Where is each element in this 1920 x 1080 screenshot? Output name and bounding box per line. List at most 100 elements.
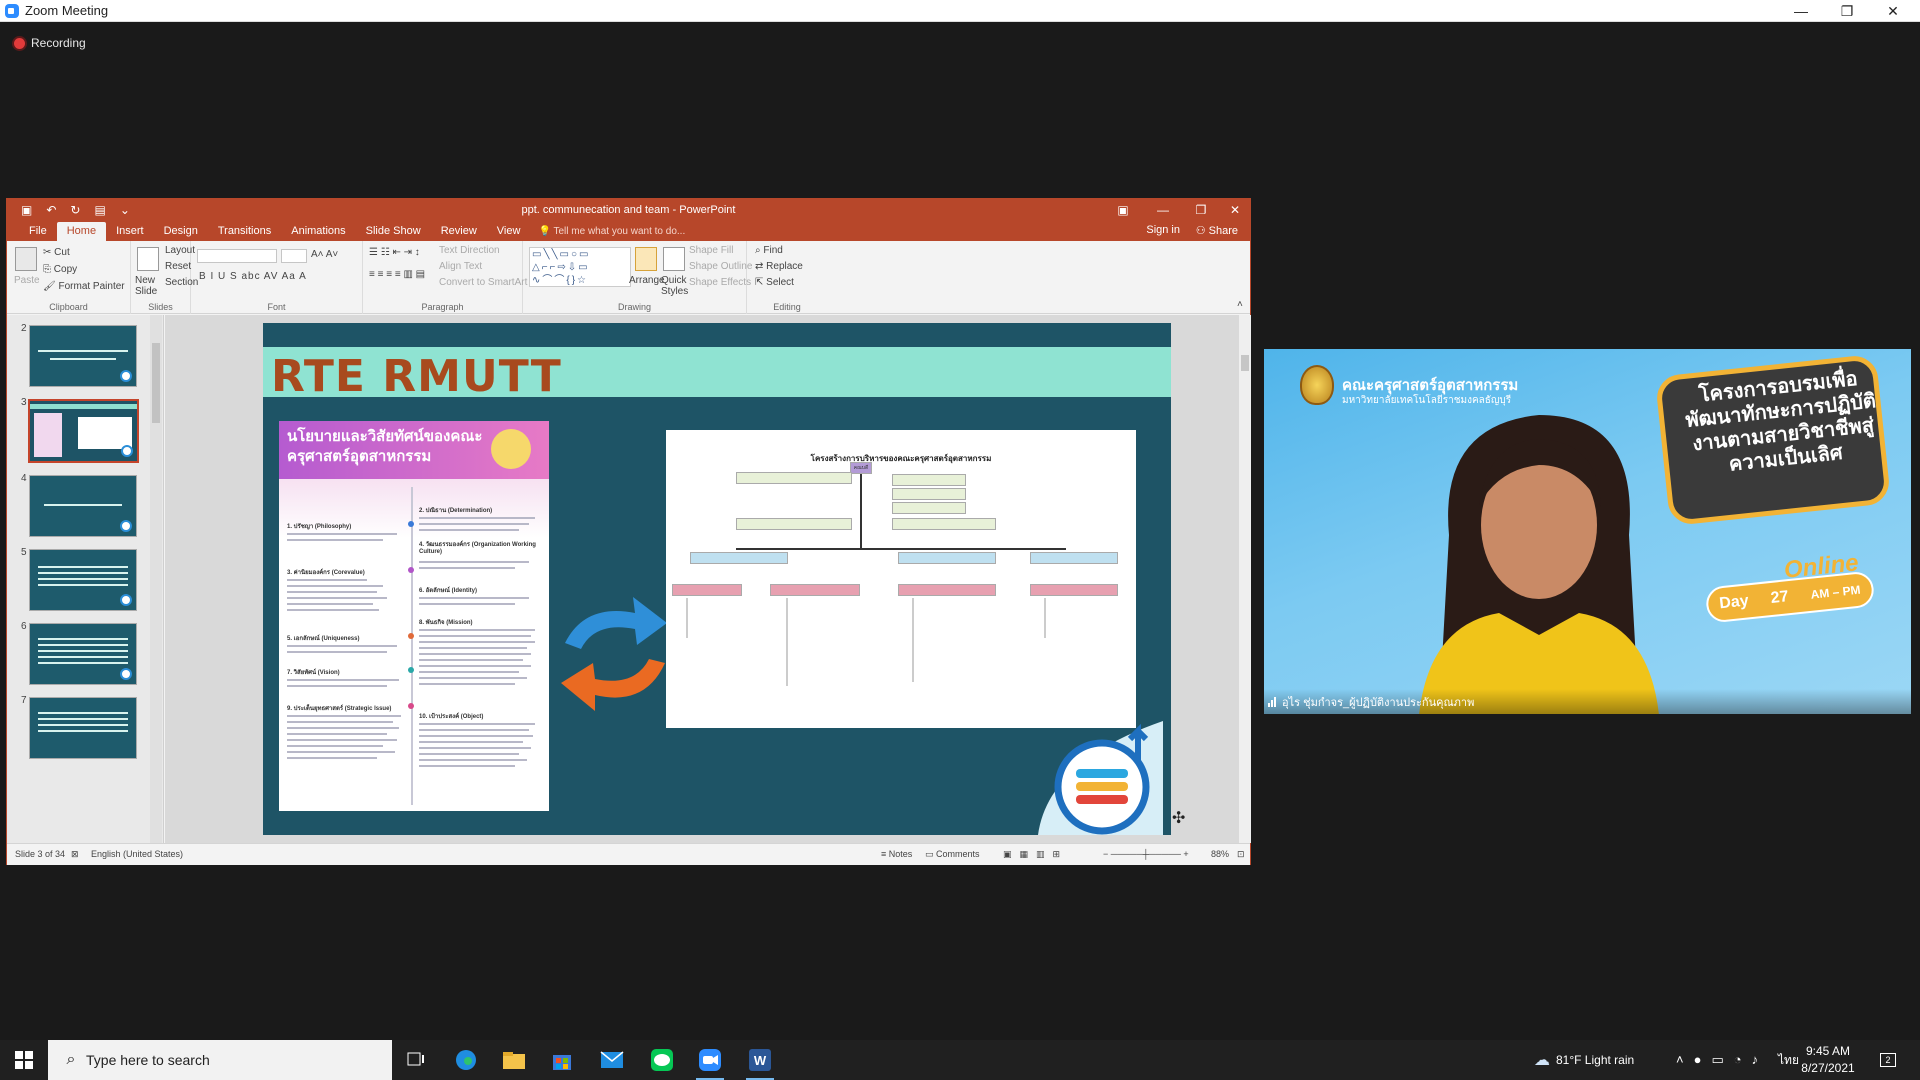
tab-home[interactable]: Home (56, 222, 107, 241)
tab-design[interactable]: Design (154, 222, 208, 241)
participant-nameplate: อุไร ชุ่มกำจร_ผู้ปฏิบัติงานประกันคุณภาพ (1264, 689, 1911, 714)
arrange-button[interactable]: Arrange (629, 275, 665, 286)
align-text-button[interactable]: Align Text (439, 261, 482, 272)
ppt-restore-button[interactable]: ❐ (1183, 199, 1219, 221)
copy-button[interactable]: ⎘ Copy (43, 264, 77, 275)
undo-icon[interactable]: ↶ (46, 203, 56, 217)
zoom-level[interactable]: 88% (1211, 849, 1229, 859)
shape-outline-button[interactable]: Shape Outline (689, 261, 752, 272)
quick-styles-icon[interactable] (663, 247, 685, 271)
zoom-app-icon (5, 3, 19, 18)
zoom-restore-button[interactable]: ❐ (1824, 0, 1870, 22)
slide-title[interactable]: RTE RMUTT (271, 351, 562, 402)
shape-fill-button[interactable]: Shape Fill (689, 245, 733, 256)
current-slide[interactable]: RTE RMUTT นโยบายและวิสัยทัศน์ของคณะครุศา… (263, 323, 1171, 835)
format-painter-button[interactable]: 🖌 Format Painter (43, 281, 125, 292)
word-icon[interactable]: W (740, 1044, 780, 1080)
fit-slide-icon[interactable]: ⊡ (1237, 849, 1245, 860)
mail-icon[interactable] (592, 1044, 632, 1076)
paste-button[interactable]: Paste (14, 275, 40, 286)
thumbnails-scroll-thumb[interactable] (152, 343, 160, 423)
language-indicator[interactable]: English (United States) (91, 849, 183, 859)
ppt-close-button[interactable]: ✕ (1217, 199, 1253, 221)
share-label: Share (1208, 225, 1238, 237)
thumb-number: 3 (21, 397, 27, 408)
thumb-number: 4 (21, 473, 27, 484)
comments-button[interactable]: ▭ Comments (925, 849, 980, 860)
text-direction-button[interactable]: Text Direction (439, 245, 500, 256)
recording-indicator[interactable]: Recording (14, 36, 86, 50)
tab-insert[interactable]: Insert (106, 222, 154, 241)
save-icon[interactable]: ▣ (21, 203, 32, 217)
start-button[interactable] (0, 1040, 48, 1080)
ppt-titlebar: ▣ ↶ ↻ ▤ ⌄ ppt. communecation and team - … (7, 199, 1250, 221)
task-view-icon[interactable] (396, 1044, 436, 1076)
slide-thumbnail-selected[interactable] (28, 399, 139, 463)
ppt-minimize-button[interactable]: — (1145, 199, 1181, 221)
org-structure-chart[interactable]: โครงสร้างการบริหารของคณะครุศาสตร์อุตสาหก… (666, 430, 1136, 728)
slide-thumbnail[interactable] (29, 697, 137, 759)
policy-vision-poster[interactable]: นโยบายและวิสัยทัศน์ของคณะครุศาสตร์อุตสาห… (279, 421, 549, 811)
new-slide-button[interactable]: New Slide (135, 275, 159, 297)
redo-icon[interactable]: ↻ (70, 203, 80, 217)
ribbon-display-options-icon[interactable]: ▣ (1105, 199, 1141, 221)
slideshow-from-start-icon[interactable]: ▤ (94, 203, 105, 217)
tab-file[interactable]: File (19, 222, 57, 241)
tell-me-search[interactable]: 💡 Tell me what you want to do... (530, 223, 693, 241)
quick-styles-button[interactable]: Quick Styles (661, 275, 691, 297)
font-grow-shrink-icon[interactable]: A˄ A˅ (311, 249, 338, 260)
find-button[interactable]: ⌕ Find (755, 245, 783, 256)
new-slide-icon[interactable] (137, 247, 159, 271)
format-painter-icon: 🖌 (43, 281, 59, 292)
slide-thumbnail[interactable] (29, 475, 137, 537)
line-app-icon[interactable] (642, 1044, 682, 1076)
participant-video-tile[interactable]: คณะครุศาสตร์อุตสาหกรรม มหาวิทยาลัยเทคโนโ… (1264, 349, 1911, 714)
tab-review[interactable]: Review (431, 222, 487, 241)
canvas-vertical-scrollbar[interactable] (1239, 315, 1251, 843)
slide-thumbnail[interactable] (29, 623, 137, 685)
cut-button[interactable]: ✂ Cut (43, 247, 70, 258)
notes-button[interactable]: ≡ Notes (881, 849, 912, 859)
store-icon[interactable] (542, 1044, 582, 1076)
arrange-icon[interactable] (635, 247, 657, 271)
replace-button[interactable]: ⇄ Replace (755, 261, 803, 272)
shapes-gallery[interactable]: ▭╲╲▭○▭ △⌐⌐⇨⇩▭ ∿⌒⌒{}☆ (529, 247, 631, 287)
tab-slide-show[interactable]: Slide Show (356, 222, 431, 241)
slide-thumbnail[interactable] (29, 325, 137, 387)
collapse-ribbon-icon[interactable]: ˄ (1237, 299, 1243, 310)
font-name-dropdown[interactable] (197, 249, 277, 263)
taskbar-clock[interactable]: 9:45 AM 8/27/2021 (1788, 1043, 1868, 1077)
notification-center-icon[interactable]: 2 (1880, 1040, 1896, 1080)
font-format-buttons[interactable]: B I U S abc AV Aa A (199, 271, 307, 282)
sign-in-link[interactable]: Sign in (1146, 224, 1180, 236)
edge-icon[interactable] (446, 1044, 486, 1076)
taskbar-search-box[interactable]: ⌕ Type here to search (48, 1040, 392, 1080)
system-tray-icons[interactable]: ˄●▭◔♪ (1676, 1040, 1768, 1080)
convert-smartart-button[interactable]: Convert to SmartArt (439, 277, 527, 288)
slide-thumbnail[interactable] (29, 549, 137, 611)
tab-animations[interactable]: Animations (281, 222, 355, 241)
poster-timeline (411, 487, 413, 805)
weather-widget[interactable]: ☁ 81°F Light rain (1534, 1040, 1634, 1080)
font-size-dropdown[interactable] (281, 249, 307, 263)
bullets-numbering-icon[interactable]: ☰ ☷ ⇤ ⇥ ↕ (369, 247, 420, 258)
file-explorer-icon[interactable] (494, 1044, 534, 1076)
share-button[interactable]: ⚇ Share (1196, 224, 1238, 237)
zoom-close-button[interactable]: ✕ (1870, 0, 1916, 22)
paste-icon[interactable] (15, 247, 37, 271)
zoom-taskbar-icon[interactable] (690, 1044, 730, 1080)
reset-button[interactable]: Reset (165, 261, 191, 272)
thumbnails-scrollbar[interactable] (150, 315, 162, 843)
shape-effects-button[interactable]: Shape Effects (689, 277, 751, 288)
view-buttons[interactable]: ▣▦▥⊞ (1003, 849, 1068, 860)
alignment-icons[interactable]: ≡ ≡ ≡ ≡ ▥ ▤ (369, 269, 425, 280)
signal-strength-icon (1268, 696, 1276, 707)
zoom-slider[interactable]: − ─────┼───── + (1103, 849, 1189, 859)
canvas-scroll-thumb[interactable] (1241, 355, 1249, 371)
tab-transitions[interactable]: Transitions (208, 222, 281, 241)
spellcheck-icon[interactable]: ⊠ (71, 849, 79, 860)
select-button[interactable]: ⇱ Select (755, 277, 794, 288)
tab-view[interactable]: View (487, 222, 531, 241)
customize-qat-icon[interactable]: ⌄ (120, 203, 130, 217)
zoom-minimize-button[interactable]: — (1778, 0, 1824, 22)
